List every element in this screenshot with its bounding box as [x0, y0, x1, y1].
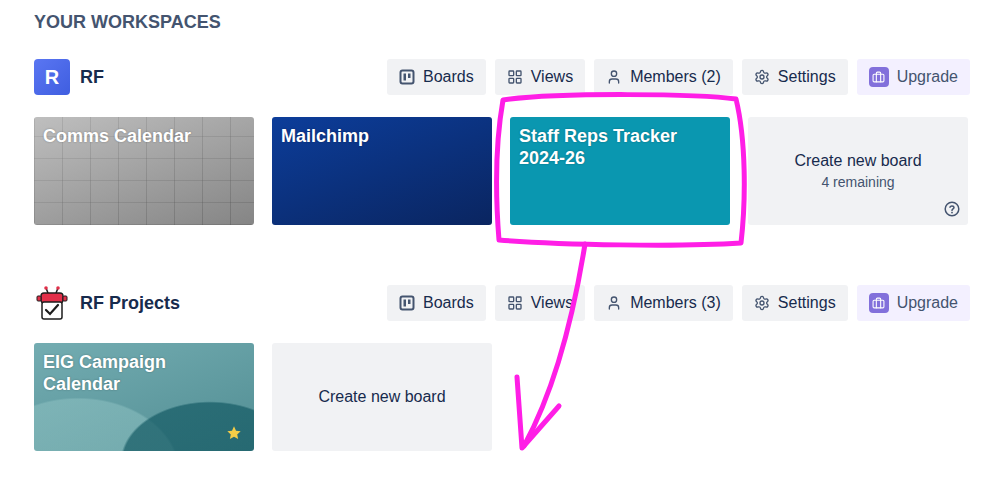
person-icon — [606, 295, 622, 311]
board-title: Comms Calendar — [43, 125, 245, 147]
workspace-name[interactable]: RF — [80, 67, 104, 88]
upgrade-badge — [869, 67, 889, 87]
workspace-title: RF Projects — [34, 285, 180, 321]
board-title: Mailchimp — [281, 125, 483, 147]
workspace-header: R RF BoardsViewsMembers (2)SettingsUpgrade — [34, 59, 970, 95]
create-board-tile[interactable]: Create new board 4 remaining — [748, 117, 968, 225]
workspaces-page: YOUR WORKSPACESRRFBoardsViewsMembers (2)… — [0, 0, 999, 492]
workspace-title: R RF — [34, 59, 104, 95]
section-title: YOUR WORKSPACES — [34, 10, 999, 34]
board-grid: Comms Calendar Mailchimp Staff Reps Tracke… — [34, 117, 970, 225]
workspace-name[interactable]: RF Projects — [80, 293, 180, 314]
grid-icon — [507, 295, 523, 311]
remaining-count: 4 remaining — [821, 174, 894, 190]
robot-clipboard-icon — [34, 285, 70, 321]
workspace: R RF BoardsViewsMembers (2)SettingsUpgrade… — [34, 59, 970, 225]
briefcase-icon — [872, 297, 885, 310]
star-badge[interactable] — [226, 425, 242, 441]
views-button[interactable]: Views — [495, 285, 585, 321]
create-board-label: Create new board — [794, 152, 921, 170]
board-tile[interactable]: EIG Campaign Calendar — [34, 343, 254, 451]
gear-icon — [754, 295, 770, 311]
help-icon[interactable] — [944, 201, 960, 217]
briefcase-icon — [872, 71, 885, 84]
upgrade-button[interactable]: Upgrade — [857, 285, 970, 321]
annotation-icon — [0, 0, 999, 492]
boards-button[interactable]: Boards — [387, 285, 486, 321]
help-badge[interactable] — [944, 201, 960, 217]
boards-button[interactable]: Boards — [387, 59, 486, 95]
members-button[interactable]: Members (3) — [594, 285, 733, 321]
settings-button[interactable]: Settings — [742, 285, 848, 321]
boards-icon — [399, 295, 415, 311]
upgrade-badge — [869, 293, 889, 313]
views-button[interactable]: Views — [495, 59, 585, 95]
grid-icon — [507, 69, 523, 85]
create-board-tile[interactable]: Create new board — [272, 343, 492, 451]
workspace-logo: R — [34, 59, 70, 95]
board-title: Staff Reps Tracker 2024-26 — [519, 125, 721, 169]
upgrade-button[interactable]: Upgrade — [857, 59, 970, 95]
settings-button[interactable]: Settings — [742, 59, 848, 95]
person-icon — [606, 69, 622, 85]
boards-icon — [399, 69, 415, 85]
workspace-toolbar: BoardsViewsMembers (3)SettingsUpgrade — [387, 285, 970, 321]
gear-icon — [754, 69, 770, 85]
board-tile[interactable]: Mailchimp — [272, 117, 492, 225]
board-tile[interactable]: Comms Calendar — [34, 117, 254, 225]
workspace-toolbar: BoardsViewsMembers (2)SettingsUpgrade — [387, 59, 970, 95]
board-tile[interactable]: Staff Reps Tracker 2024-26 — [510, 117, 730, 225]
board-grid: EIG Campaign Calendar Create new board — [34, 343, 970, 451]
create-board-label: Create new board — [318, 388, 445, 406]
star-icon[interactable] — [226, 425, 242, 441]
members-button[interactable]: Members (2) — [594, 59, 733, 95]
board-title: EIG Campaign Calendar — [43, 351, 245, 395]
workspace: RF Projects BoardsViewsMembers (3)Setting… — [34, 285, 970, 451]
workspace-header: RF Projects BoardsViewsMembers (3)Setting… — [34, 285, 970, 321]
